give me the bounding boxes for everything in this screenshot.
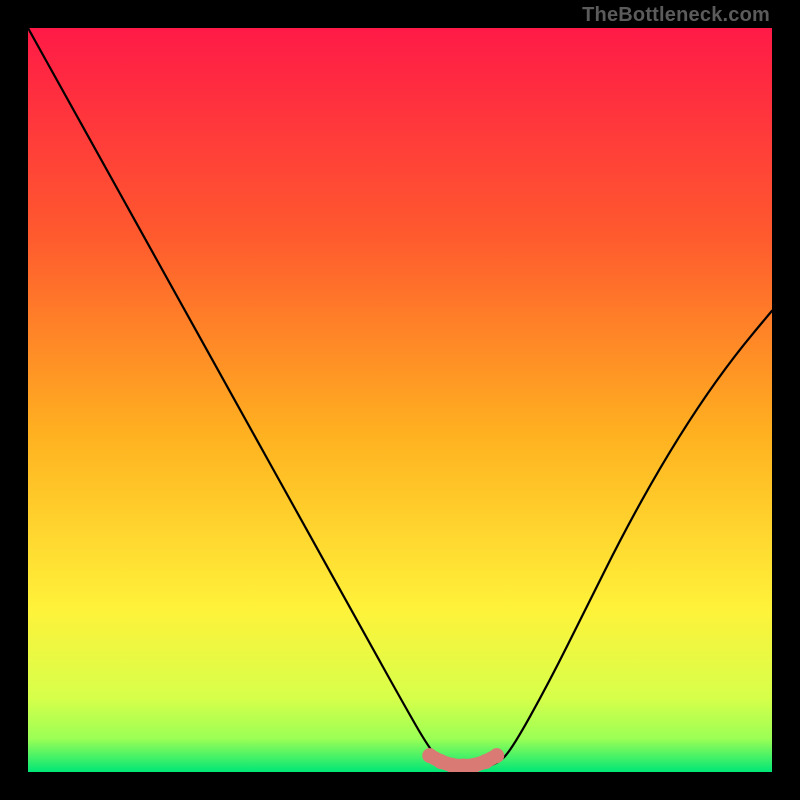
bottleneck-curve xyxy=(28,28,772,768)
curve-layer xyxy=(28,28,772,772)
chart-frame: TheBottleneck.com xyxy=(0,0,800,800)
minimum-marker-band xyxy=(422,748,504,772)
watermark-text: TheBottleneck.com xyxy=(582,4,770,27)
minimum-marker-dot xyxy=(489,748,504,763)
plot-area xyxy=(28,28,772,772)
